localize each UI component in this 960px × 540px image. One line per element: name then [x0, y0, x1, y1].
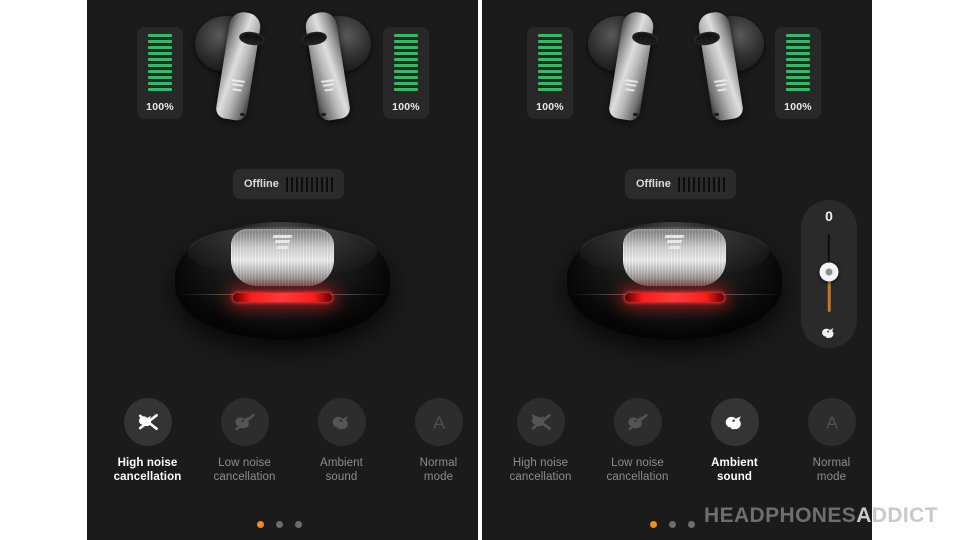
signal-bars-icon [285, 176, 334, 192]
battery-indicator-right-bud: 100% [383, 27, 429, 119]
mode-button-ambient-sound[interactable]: Ambient sound [686, 398, 783, 484]
mode-label: High noise cancellation [113, 457, 182, 483]
page-dot-1[interactable] [257, 521, 264, 528]
connection-status-label: Offline [636, 178, 671, 190]
battery-percent-label: 100% [536, 101, 564, 113]
charging-case-image [175, 222, 390, 340]
edifier-logo-icon [320, 79, 336, 94]
watermark-part-1: HEADPHONES [704, 504, 857, 527]
earbud-left [586, 6, 676, 146]
watermark: HEADPHONESADDICT [704, 504, 938, 528]
mode-label: High noise cancellation [509, 457, 572, 483]
battery-bars [394, 34, 418, 92]
signal-bars-icon [677, 176, 726, 192]
battery-indicator-left-bud: 100% [527, 27, 573, 119]
bird-icon [317, 398, 366, 446]
battery-indicator-left-bud: 100% [137, 27, 183, 119]
watermark-part-2: ADDICT [856, 504, 938, 527]
bird-slashed-icon [220, 398, 269, 446]
connection-status-badge: Offline [233, 169, 345, 199]
mode-button-low-noise-cancellation[interactable]: Low noise cancellation [589, 398, 686, 484]
mode-label: Low noise cancellation [213, 457, 276, 483]
page-dot-2[interactable] [669, 521, 676, 528]
page-indicator [650, 521, 695, 528]
bird-icon [818, 319, 840, 338]
earbuds-image [586, 6, 766, 146]
battery-bars [148, 34, 172, 92]
page-dot-2[interactable] [276, 521, 283, 528]
page-dot-3[interactable] [688, 521, 695, 528]
page-dot-1[interactable] [650, 521, 657, 528]
anc-mode-selector: High noise cancellation Low noise cancel… [99, 398, 478, 484]
case-led-indicator [233, 292, 332, 302]
mode-button-low-noise-cancellation[interactable]: Low noise cancellation [196, 398, 293, 484]
mode-label: Low noise cancellation [606, 457, 669, 483]
app-screen-left: 100% 100% Offline High noise cancellatio… [87, 0, 478, 540]
mode-button-ambient-sound[interactable]: Ambient sound [293, 398, 390, 484]
edifier-logo-icon [623, 79, 639, 94]
ambient-level-slider[interactable]: 0 [801, 200, 857, 348]
mode-label: Normal mode [419, 457, 458, 483]
mode-button-high-noise-cancellation[interactable]: High noise cancellation [492, 398, 589, 484]
earbud-right [676, 6, 766, 146]
battery-percent-label: 100% [392, 101, 420, 113]
svg-text:A: A [826, 413, 838, 433]
letter-a-icon: A [414, 398, 463, 446]
page-dot-3[interactable] [295, 521, 302, 528]
edifier-logo-icon [663, 234, 685, 251]
svg-text:A: A [433, 413, 445, 433]
case-led-indicator [625, 292, 724, 302]
earbuds-image [193, 6, 373, 146]
letter-a-icon: A [807, 398, 856, 446]
battery-percent-label: 100% [146, 101, 174, 113]
earbud-left [193, 6, 283, 146]
anc-mode-selector: High noise cancellation Low noise cancel… [492, 398, 872, 484]
page-indicator [257, 521, 302, 528]
mode-label: Ambient sound [320, 457, 363, 483]
connection-status-label: Offline [244, 178, 279, 190]
charging-case-image [567, 222, 782, 340]
battery-percent-label: 100% [784, 101, 812, 113]
battery-bars [786, 34, 810, 92]
slider-knob[interactable] [819, 262, 839, 282]
edifier-logo-icon [230, 79, 246, 94]
mode-button-normal-mode[interactable]: A Normal mode [390, 398, 478, 484]
battery-indicator-right-bud: 100% [775, 27, 821, 119]
mode-button-normal-mode[interactable]: A Normal mode [783, 398, 872, 484]
edifier-logo-icon [713, 79, 729, 94]
bird-icon [710, 398, 759, 446]
connection-status-badge: Offline [625, 169, 737, 199]
bird-crossed-out-icon [123, 398, 172, 446]
mode-label: Normal mode [812, 457, 851, 483]
earbud-right [283, 6, 373, 146]
battery-bars [538, 34, 562, 92]
edifier-logo-icon [271, 234, 293, 251]
app-screen-right: 100% 100% Offline 0 High noise cancellat… [482, 0, 872, 540]
mode-label: Ambient sound [711, 457, 758, 483]
bird-crossed-out-icon [516, 398, 565, 446]
mode-button-high-noise-cancellation[interactable]: High noise cancellation [99, 398, 196, 484]
slider-value-label: 0 [825, 208, 833, 224]
screenshot-stage: 100% 100% Offline High noise cancellatio… [0, 0, 960, 540]
bird-slashed-icon [613, 398, 662, 446]
